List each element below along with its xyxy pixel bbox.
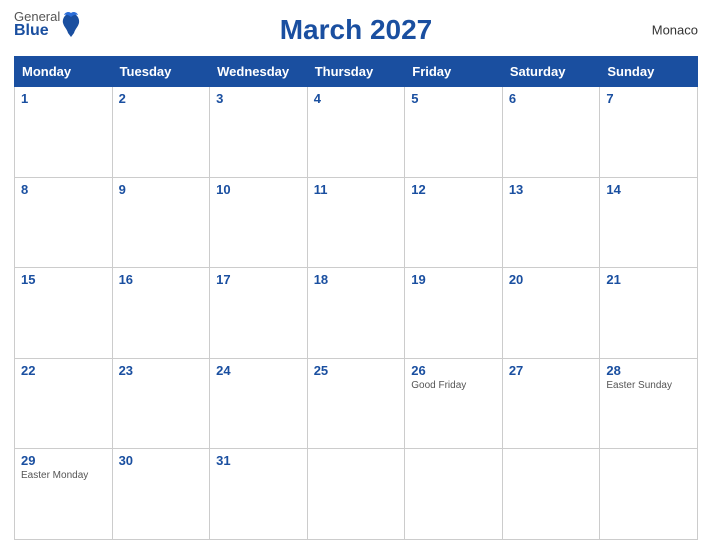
day-number: 25 [314, 363, 399, 378]
day-number: 15 [21, 272, 106, 287]
header-saturday: Saturday [502, 57, 600, 87]
weekday-header-row: Monday Tuesday Wednesday Thursday Friday… [15, 57, 698, 87]
header-friday: Friday [405, 57, 503, 87]
week-row-3: 15 16 17 18 19 20 21 [15, 268, 698, 359]
day-number: 21 [606, 272, 691, 287]
table-cell: 21 [600, 268, 698, 359]
logo-blue: Blue [14, 23, 60, 39]
day-number: 1 [21, 91, 106, 106]
country-label: Monaco [652, 23, 698, 38]
calendar-header: General Blue March 2027 Monaco [14, 10, 698, 50]
day-number: 20 [509, 272, 594, 287]
logo-bird-icon [60, 11, 82, 39]
table-cell: 16 [112, 268, 210, 359]
table-cell: 31 [210, 449, 308, 540]
header-wednesday: Wednesday [210, 57, 308, 87]
table-cell: 5 [405, 87, 503, 178]
day-number: 4 [314, 91, 399, 106]
day-number: 5 [411, 91, 496, 106]
table-cell [600, 449, 698, 540]
day-number: 17 [216, 272, 301, 287]
table-cell: 20 [502, 268, 600, 359]
table-cell: 25 [307, 358, 405, 449]
table-cell: 12 [405, 177, 503, 268]
table-cell: 7 [600, 87, 698, 178]
holiday-label: Good Friday [411, 380, 496, 391]
table-cell: 27 [502, 358, 600, 449]
table-cell: 18 [307, 268, 405, 359]
week-row-4: 22 23 24 25 26 Good Friday 27 28 Easter Sunday [15, 358, 698, 449]
day-number: 28 [606, 363, 691, 378]
table-cell: 6 [502, 87, 600, 178]
day-number: 13 [509, 182, 594, 197]
table-cell [307, 449, 405, 540]
day-number: 9 [119, 182, 204, 197]
table-cell: 11 [307, 177, 405, 268]
header-monday: Monday [15, 57, 113, 87]
week-row-1: 1234567 [15, 87, 698, 178]
day-number: 29 [21, 453, 106, 468]
table-cell: 22 [15, 358, 113, 449]
day-number: 16 [119, 272, 204, 287]
table-cell [405, 449, 503, 540]
day-number: 12 [411, 182, 496, 197]
table-cell: 30 [112, 449, 210, 540]
week-row-5: 29 Easter Monday 30 31 [15, 449, 698, 540]
calendar-container: General Blue March 2027 Monaco Monday Tu… [0, 0, 712, 550]
day-number: 6 [509, 91, 594, 106]
day-number: 2 [119, 91, 204, 106]
logo: General Blue [14, 10, 82, 39]
table-cell: 24 [210, 358, 308, 449]
header-sunday: Sunday [600, 57, 698, 87]
table-cell: 29 Easter Monday [15, 449, 113, 540]
day-number: 26 [411, 363, 496, 378]
day-number: 22 [21, 363, 106, 378]
table-cell: 28 Easter Sunday [600, 358, 698, 449]
header-tuesday: Tuesday [112, 57, 210, 87]
day-number: 23 [119, 363, 204, 378]
table-cell: 4 [307, 87, 405, 178]
table-cell: 26 Good Friday [405, 358, 503, 449]
day-number: 3 [216, 91, 301, 106]
table-cell [502, 449, 600, 540]
table-cell: 17 [210, 268, 308, 359]
day-number: 19 [411, 272, 496, 287]
table-cell: 14 [600, 177, 698, 268]
day-number: 8 [21, 182, 106, 197]
day-number: 31 [216, 453, 301, 468]
table-cell: 9 [112, 177, 210, 268]
day-number: 10 [216, 182, 301, 197]
day-number: 27 [509, 363, 594, 378]
holiday-label: Easter Monday [21, 470, 106, 481]
table-cell: 13 [502, 177, 600, 268]
day-number: 14 [606, 182, 691, 197]
table-cell: 3 [210, 87, 308, 178]
header-thursday: Thursday [307, 57, 405, 87]
calendar-title: March 2027 [280, 14, 433, 46]
day-number: 7 [606, 91, 691, 106]
day-number: 11 [314, 182, 399, 197]
table-cell: 23 [112, 358, 210, 449]
week-row-2: 89 10 11 12 13 14 [15, 177, 698, 268]
table-cell: 19 [405, 268, 503, 359]
holiday-label: Easter Sunday [606, 380, 691, 391]
calendar-table: Monday Tuesday Wednesday Thursday Friday… [14, 56, 698, 540]
table-cell: 1 [15, 87, 113, 178]
day-number: 24 [216, 363, 301, 378]
day-number: 18 [314, 272, 399, 287]
table-cell: 10 [210, 177, 308, 268]
table-cell: 8 [15, 177, 113, 268]
table-cell: 2 [112, 87, 210, 178]
day-number: 30 [119, 453, 204, 468]
table-cell: 15 [15, 268, 113, 359]
